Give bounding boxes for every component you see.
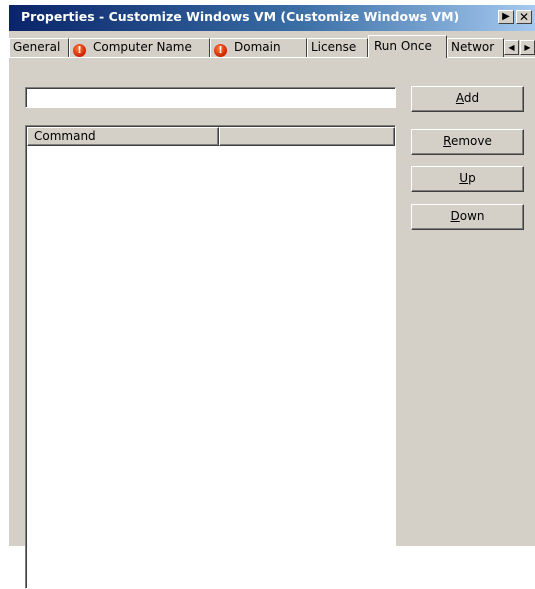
tab-general[interactable]: General [9, 38, 69, 57]
command-list[interactable]: Command [25, 125, 396, 589]
tab-scroll-left-button[interactable]: ◀ [504, 40, 519, 55]
tab-domain[interactable]: ! Domain [210, 38, 307, 57]
close-button[interactable]: ✕ [516, 10, 532, 24]
properties-window: Properties - Customize Windows VM (Custo… [8, 4, 535, 589]
list-header: Command [27, 127, 395, 146]
tab-scroll-right-button[interactable]: ▶ [520, 40, 535, 55]
column-header-command[interactable]: Command [27, 127, 219, 146]
title-bar[interactable]: Properties - Customize Windows VM (Custo… [9, 5, 535, 31]
window-title: Properties - Customize Windows VM (Custo… [21, 9, 460, 24]
tab-license[interactable]: License [307, 38, 368, 57]
arrow-left-icon: ◀ [508, 43, 515, 52]
close-icon: ✕ [518, 10, 530, 24]
tab-label: Computer Name [93, 40, 192, 54]
arrow-right-icon: ▶ [524, 43, 531, 52]
tab-label: Run Once [374, 39, 432, 53]
down-button[interactable]: Down [411, 204, 524, 230]
warning-icon: ! [214, 44, 227, 57]
tab-run-once[interactable]: Run Once [368, 35, 447, 58]
menu-arrow-button[interactable]: ▶ [498, 10, 514, 24]
remove-button[interactable]: Remove [411, 129, 524, 155]
tab-label: License [311, 40, 357, 54]
add-button[interactable]: Add [411, 86, 524, 112]
tab-label: Networ [451, 40, 495, 54]
warning-icon: ! [73, 44, 86, 57]
tab-strip: General ! Computer Name ! Domain License R… [9, 35, 535, 58]
tab-label: Domain [234, 40, 281, 54]
column-header-blank[interactable] [219, 127, 395, 146]
run-once-panel: Add Remove Up Down Command [9, 57, 535, 589]
tab-network[interactable]: Networ [447, 38, 504, 57]
play-arrow-icon: ▶ [502, 11, 510, 22]
tab-computer-name[interactable]: ! Computer Name [69, 38, 210, 57]
tab-label: General [13, 40, 61, 54]
up-button[interactable]: Up [411, 166, 524, 192]
command-input[interactable] [25, 87, 396, 108]
